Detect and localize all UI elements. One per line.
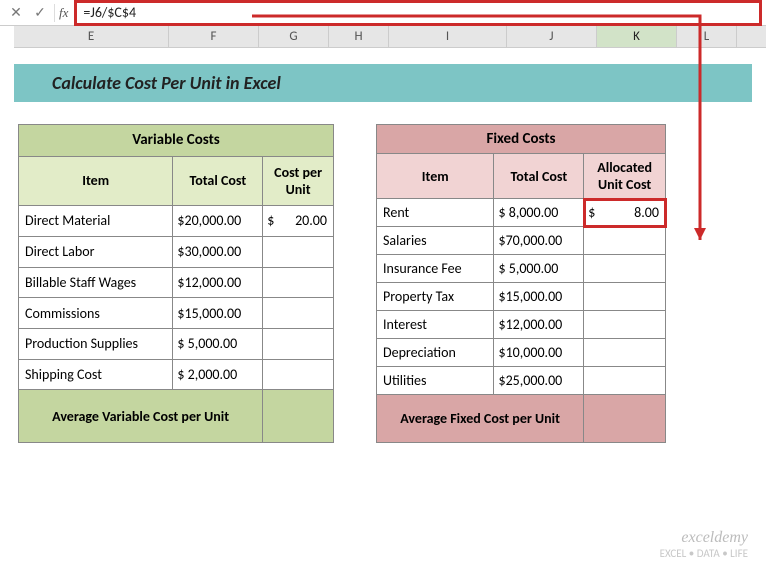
cell-total[interactable]: $20,000.00	[173, 206, 263, 237]
table-row: Shipping Cost $ 2,000.00	[19, 359, 334, 390]
cell-item[interactable]: Salaries	[377, 227, 494, 255]
cell-total[interactable]: $12,000.00	[173, 267, 263, 298]
table-row: Direct Labor $30,000.00	[19, 236, 334, 267]
watermark: exceldemy EXCEL • DATA • LIFE	[660, 529, 748, 560]
cell-total[interactable]: $25,000.00	[494, 367, 584, 395]
cell-item[interactable]: Direct Material	[19, 206, 173, 237]
fix-col-item: Item	[377, 154, 494, 199]
col-header-K[interactable]: K	[597, 26, 677, 47]
col-header-F[interactable]: F	[169, 26, 259, 47]
table-row: Utilities $25,000.00	[377, 367, 666, 395]
cancel-icon[interactable]: ✕	[4, 2, 28, 24]
fix-col-auc: Allocated Unit Cost	[584, 154, 666, 199]
cell-auc[interactable]	[584, 283, 666, 311]
var-col-cpu: Cost per Unit	[263, 156, 334, 205]
col-header-J[interactable]: J	[507, 26, 597, 47]
col-header-E[interactable]: E	[14, 26, 169, 47]
table-row: Salaries $70,000.00	[377, 227, 666, 255]
col-header-L[interactable]: L	[677, 26, 737, 47]
cell-item[interactable]: Commissions	[19, 298, 173, 329]
cell-item[interactable]: Property Tax	[377, 283, 494, 311]
variable-heading: Variable Costs	[19, 125, 334, 157]
fixed-footer-value[interactable]	[584, 395, 666, 443]
cell-cpu[interactable]: $20.00	[263, 206, 334, 237]
cell-item[interactable]: Insurance Fee	[377, 255, 494, 283]
cell-total[interactable]: $10,000.00	[494, 339, 584, 367]
cell-item[interactable]: Production Supplies	[19, 328, 173, 359]
fixed-costs-table: Fixed Costs Item Total Cost Allocated Un…	[376, 124, 666, 443]
enter-icon[interactable]: ✓	[28, 2, 52, 24]
table-row: Interest $12,000.00	[377, 311, 666, 339]
cell-auc[interactable]	[584, 227, 666, 255]
table-row: Insurance Fee $ 5,000.00	[377, 255, 666, 283]
cell-total[interactable]: $12,000.00	[494, 311, 584, 339]
page-title: Calculate Cost Per Unit in Excel	[14, 64, 752, 102]
cell-auc[interactable]	[584, 255, 666, 283]
table-row: Billable Staff Wages $12,000.00	[19, 267, 334, 298]
fixed-heading: Fixed Costs	[377, 125, 666, 154]
cell-total[interactable]: $15,000.00	[173, 298, 263, 329]
cell-total[interactable]: $30,000.00	[173, 236, 263, 267]
cell-auc[interactable]	[584, 311, 666, 339]
watermark-tag: EXCEL • DATA • LIFE	[660, 547, 748, 560]
var-col-item: Item	[19, 156, 173, 205]
column-headers: E F G H I J K L	[14, 26, 766, 48]
col-header-I[interactable]: I	[389, 26, 507, 47]
cell-cpu[interactable]	[263, 298, 334, 329]
watermark-brand: exceldemy	[660, 529, 748, 547]
cell-auc[interactable]	[584, 339, 666, 367]
table-row: Depreciation $10,000.00	[377, 339, 666, 367]
table-row: Rent $ 8,000.00 $8.00	[377, 199, 666, 227]
cell-item[interactable]: Direct Labor	[19, 236, 173, 267]
divider	[54, 4, 55, 22]
cell-cpu[interactable]	[263, 359, 334, 390]
cell-total[interactable]: $15,000.00	[494, 283, 584, 311]
table-row: Commissions $15,000.00	[19, 298, 334, 329]
cell-total[interactable]: $70,000.00	[494, 227, 584, 255]
cell-cpu[interactable]	[263, 267, 334, 298]
cell-total[interactable]: $ 5,000.00	[173, 328, 263, 359]
fix-col-total: Total Cost	[494, 154, 584, 199]
cell-item[interactable]: Utilities	[377, 367, 494, 395]
formula-input[interactable]: =J6/$C$4	[74, 0, 762, 26]
cell-auc[interactable]	[584, 367, 666, 395]
cell-item[interactable]: Interest	[377, 311, 494, 339]
formula-bar: ✕ ✓ fx =J6/$C$4	[0, 0, 766, 26]
col-header-G[interactable]: G	[259, 26, 329, 47]
cell-item[interactable]: Depreciation	[377, 339, 494, 367]
variable-footer: Average Variable Cost per Unit	[19, 390, 263, 443]
variable-footer-value[interactable]	[263, 390, 334, 443]
cell-total[interactable]: $ 8,000.00	[494, 199, 584, 227]
cell-cpu[interactable]	[263, 236, 334, 267]
table-row: Direct Material $20,000.00 $20.00	[19, 206, 334, 237]
col-header-H[interactable]: H	[329, 26, 389, 47]
var-col-total: Total Cost	[173, 156, 263, 205]
cell-item[interactable]: Rent	[377, 199, 494, 227]
table-row: Production Supplies $ 5,000.00	[19, 328, 334, 359]
cell-item[interactable]: Shipping Cost	[19, 359, 173, 390]
cell-cpu[interactable]	[263, 328, 334, 359]
fixed-footer: Average Fixed Cost per Unit	[377, 395, 584, 443]
variable-costs-table: Variable Costs Item Total Cost Cost per …	[18, 124, 334, 443]
table-row: Property Tax $15,000.00	[377, 283, 666, 311]
cell-auc-active[interactable]: $8.00	[584, 199, 666, 227]
cell-total[interactable]: $ 5,000.00	[494, 255, 584, 283]
fx-icon[interactable]: fx	[59, 5, 68, 21]
cell-item[interactable]: Billable Staff Wages	[19, 267, 173, 298]
cell-total[interactable]: $ 2,000.00	[173, 359, 263, 390]
